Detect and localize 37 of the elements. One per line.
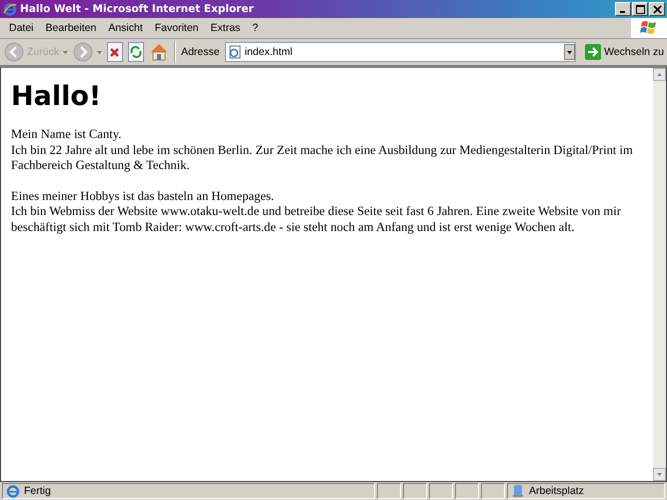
dropdown-button[interactable] (564, 44, 576, 60)
minimize-button[interactable] (615, 2, 631, 16)
menu-item[interactable]: Bearbeiten (40, 22, 102, 34)
window-title: Hallo Welt - Microsoft Internet Explorer (20, 3, 255, 15)
menu-item[interactable]: Ansicht (102, 22, 149, 34)
scrollbar[interactable] (653, 68, 666, 481)
browser-logo-icon (3, 2, 17, 16)
menu-item[interactable]: Favoriten (148, 22, 205, 34)
paragraph-text: Ich bin Webmiss der Website www.otaku-welt.de und betreibe diese Seite seit fast 6 Jahren. Eine zweite Website von mir beschäftigt sich mit Tomb Raider: www.croft-arts.de - sie steht noch am Anfang und ist erst wenige Wochen alt. (11, 204, 622, 235)
address-field[interactable]: index.html (224, 42, 576, 62)
home-icon[interactable] (149, 42, 170, 62)
stop-icon[interactable] (107, 42, 124, 62)
refresh-icon[interactable] (128, 42, 144, 62)
go-button[interactable]: Wechseln zu (581, 44, 664, 60)
right-arrow-icon (585, 44, 602, 60)
status-text: Fertig (24, 485, 51, 497)
close-button[interactable] (649, 2, 665, 16)
page-heading: Hallo! (11, 81, 102, 113)
caret-icon (657, 473, 662, 476)
paragraph-text: Eines meiner Hobbys ist das basteln an Homepages. (11, 188, 276, 204)
menu-item[interactable]: Extras (204, 22, 246, 34)
paragraph-text: Ich bin 22 Jahre alt und lebe im schönen Berlin. Zur Zeit mache ich eine Ausbildung zur Mediengestalterin Digital/Print im Fachbereich Gestaltung & Technik. (11, 142, 634, 174)
menu-item[interactable]: ? (246, 22, 264, 34)
caret-icon (657, 73, 662, 76)
address-label: Adresse (181, 46, 220, 58)
paragraph-text: Mein Name ist Canty. (11, 127, 122, 142)
scroll-down-button[interactable] (653, 468, 666, 481)
scroll-up-button[interactable] (653, 68, 666, 81)
menu-item[interactable]: Datei (3, 22, 40, 34)
maximize-icon (636, 4, 644, 14)
caret-icon[interactable] (97, 50, 102, 54)
caret-icon[interactable] (63, 50, 68, 54)
close-icon (652, 4, 662, 14)
caret-icon (567, 50, 572, 54)
maximize-button[interactable] (632, 2, 648, 16)
windows-logo-icon (640, 20, 658, 36)
zone-label: Arbeitsplatz (529, 485, 584, 497)
